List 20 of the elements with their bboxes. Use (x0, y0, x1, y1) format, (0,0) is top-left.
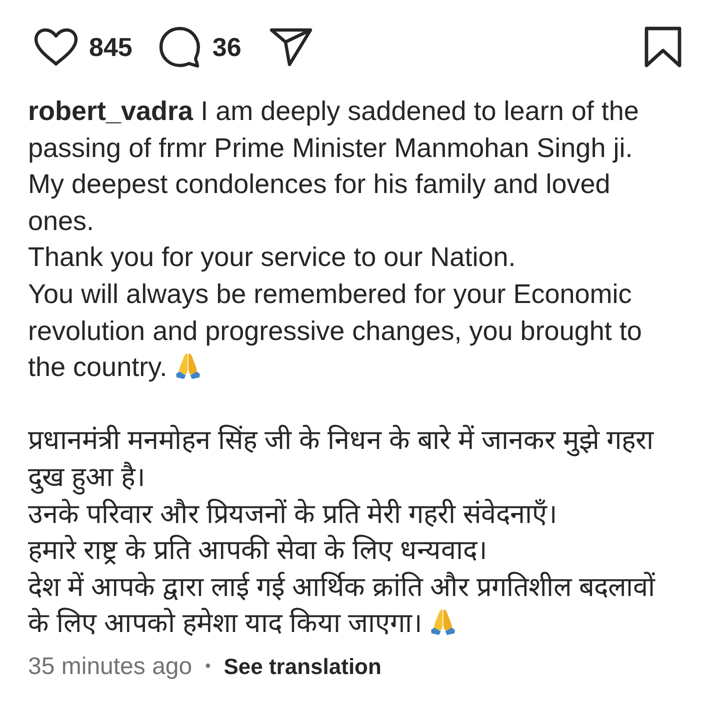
caption-line: उनके परिवार और प्रियजनों के प्रति मेरी गहरी संवेदनाएँ। (28, 498, 558, 531)
caption-line: प्रधानमंत्री मनमोहन सिंह जी के निधन के बारे में जानकर मुझे गहरा दुख हुआ है। (28, 422, 678, 496)
like-count: 845 (89, 32, 132, 62)
caption-line: My deepest condolences for his family and loved ones. (28, 168, 612, 238)
caption-line: Thank you for your service to our Nation. (28, 241, 516, 274)
see-translation-link[interactable]: See translation (224, 652, 382, 682)
caption-line: देश में आपके द्वारा लाई गई आर्थिक क्रांति और प्रगतिशील बदलावों के लिए आपको हमेशा याद किया जाएगा। (28, 570, 656, 640)
caption-line: robert_vadra I am deeply saddened to learn of the passing of frmr Prime Minister Manmohan Singh ji. (28, 95, 640, 165)
bookmark-icon[interactable] (644, 26, 682, 68)
comment-count: 36 (212, 32, 242, 62)
username-link[interactable]: robert_vadra (28, 96, 194, 126)
send-icon[interactable] (269, 27, 314, 67)
separator-dot: • (205, 656, 211, 677)
folded-hands-icon (430, 608, 456, 636)
heart-icon[interactable] (33, 27, 79, 67)
caption-line: You will always be remembered for your Economic revolution and progressive changes, you brought to the country. (28, 278, 643, 384)
caption-line: हमारे राष्ट्र के प्रति आपकी सेवा के लिए धन्यवाद। (28, 534, 488, 568)
comment-icon[interactable] (158, 25, 202, 69)
folded-hands-icon (175, 352, 202, 380)
timestamp: 35 minutes ago (28, 652, 192, 682)
